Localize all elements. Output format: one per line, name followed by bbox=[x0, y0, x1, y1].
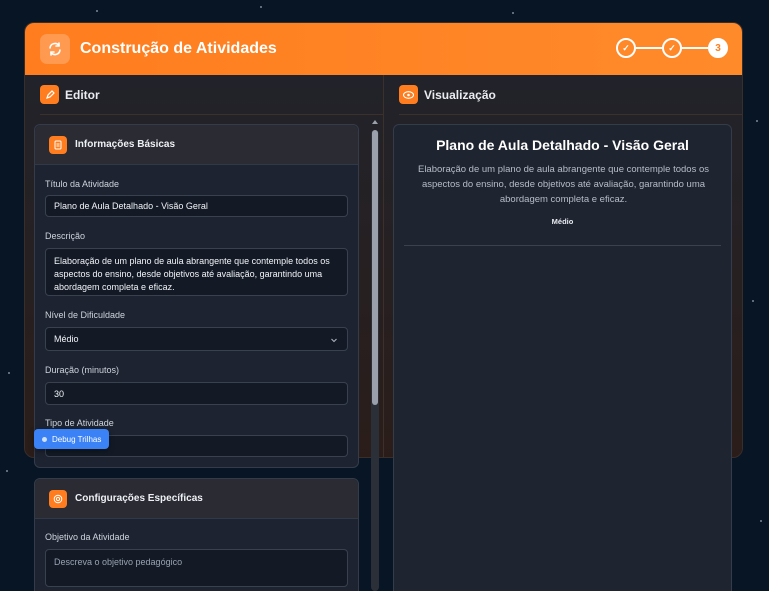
step-connector bbox=[636, 47, 662, 49]
title-input[interactable]: Plano de Aula Detalhado - Visão Geral bbox=[45, 195, 348, 217]
description-label: Descrição bbox=[45, 231, 86, 241]
preview-column-header: Visualização bbox=[399, 75, 742, 115]
preview-title: Plano de Aula Detalhado - Visão Geral bbox=[436, 137, 689, 153]
preview-description: Elaboração de um plano de aula abrangent… bbox=[417, 164, 710, 205]
stepper: ✓ ✓ 3 bbox=[616, 38, 728, 58]
difficulty-value: Médio bbox=[54, 334, 79, 344]
description-textarea[interactable]: Elaboração de um plano de aula abrangent… bbox=[45, 248, 348, 296]
document-icon bbox=[49, 135, 67, 154]
editor-column-header: Editor bbox=[40, 75, 383, 115]
step-3[interactable]: 3 bbox=[708, 38, 728, 58]
objective-label: Objetivo da Atividade bbox=[45, 532, 130, 542]
pencil-icon bbox=[40, 85, 59, 104]
difficulty-select[interactable]: Médio bbox=[45, 327, 348, 351]
preview-card: Plano de Aula Detalhado - Visão Geral El… bbox=[393, 124, 732, 591]
step-connector bbox=[682, 47, 708, 49]
editor-label: Editor bbox=[65, 87, 100, 102]
debug-trails-label: Debug Trilhas bbox=[52, 434, 102, 444]
basic-info-card: Informações Básicas Título da Atividade … bbox=[34, 124, 359, 468]
specific-config-header: Configurações Específicas bbox=[35, 479, 358, 519]
chevron-down-icon bbox=[331, 338, 337, 343]
modal-title: Construção de Atividades bbox=[80, 40, 277, 57]
scroll-up-icon[interactable] bbox=[371, 118, 379, 126]
step-1-check-icon[interactable]: ✓ bbox=[616, 38, 636, 58]
difficulty-label: Nível de Dificuldade bbox=[45, 310, 126, 320]
column-divider bbox=[383, 75, 384, 457]
eye-icon bbox=[399, 85, 418, 104]
debug-dot-icon bbox=[42, 436, 47, 442]
editor-scrollbar[interactable] bbox=[370, 116, 380, 591]
preview-label: Visualização bbox=[424, 87, 496, 102]
duration-label: Duração (minutos) bbox=[45, 365, 120, 375]
specific-config-title: Configurações Específicas bbox=[75, 493, 203, 504]
target-icon bbox=[49, 489, 67, 508]
preview-difficulty-badge: Médio bbox=[551, 217, 574, 226]
objective-placeholder: Descreva o objetivo pedagógico bbox=[54, 557, 183, 567]
debug-trails-button[interactable]: Debug Trilhas bbox=[34, 429, 110, 449]
modal-header: Construção de Atividades ✓ ✓ 3 bbox=[25, 23, 742, 75]
activity-type-label: Tipo de Atividade bbox=[45, 418, 114, 428]
objective-textarea[interactable]: Descreva o objetivo pedagógico bbox=[45, 549, 348, 587]
duration-input[interactable]: 30 bbox=[45, 382, 348, 405]
step-2-check-icon[interactable]: ✓ bbox=[662, 38, 682, 58]
specific-config-card: Configurações Específicas Objetivo da At… bbox=[34, 478, 359, 591]
refresh-icon bbox=[40, 34, 70, 64]
preview-separator bbox=[404, 245, 721, 246]
scroll-thumb[interactable] bbox=[372, 130, 378, 405]
title-label: Título da Atividade bbox=[45, 179, 120, 189]
basic-info-header: Informações Básicas bbox=[35, 125, 358, 165]
basic-info-title: Informações Básicas bbox=[75, 139, 176, 150]
